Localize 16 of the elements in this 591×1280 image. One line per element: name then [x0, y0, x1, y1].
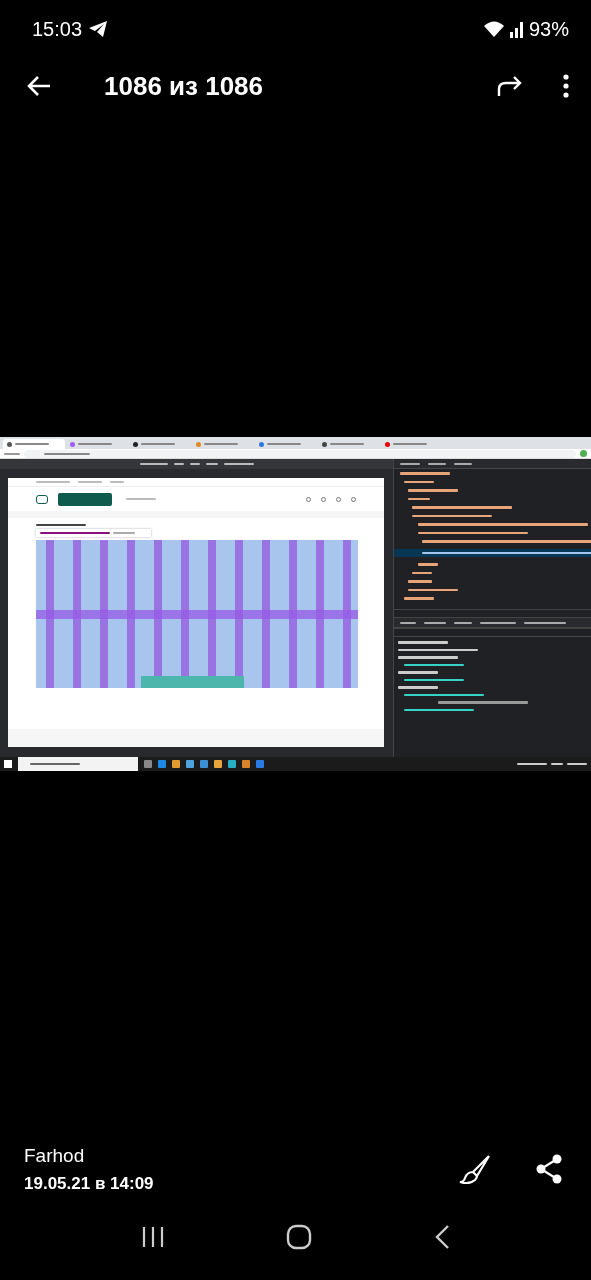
- more-options-icon[interactable]: [563, 74, 569, 98]
- brush-icon[interactable]: [459, 1154, 491, 1184]
- home-icon[interactable]: [286, 1224, 313, 1250]
- timestamp: 19.05.21 в 14:09: [24, 1172, 154, 1195]
- signal-icon: [508, 20, 525, 38]
- wifi-icon: [482, 20, 505, 38]
- author-name: Farhod: [24, 1144, 86, 1168]
- back-icon[interactable]: [434, 1224, 451, 1250]
- share-arrow-icon[interactable]: [497, 75, 523, 97]
- share-icon[interactable]: [535, 1154, 563, 1184]
- recent-apps-icon[interactable]: [140, 1225, 165, 1249]
- paper-plane-icon: [88, 20, 109, 38]
- back-arrow-icon[interactable]: [26, 74, 52, 98]
- battery-percent: 93%: [528, 17, 569, 42]
- image-counter: 1086 из 1086: [104, 69, 264, 103]
- status-time: 15:03: [32, 17, 83, 42]
